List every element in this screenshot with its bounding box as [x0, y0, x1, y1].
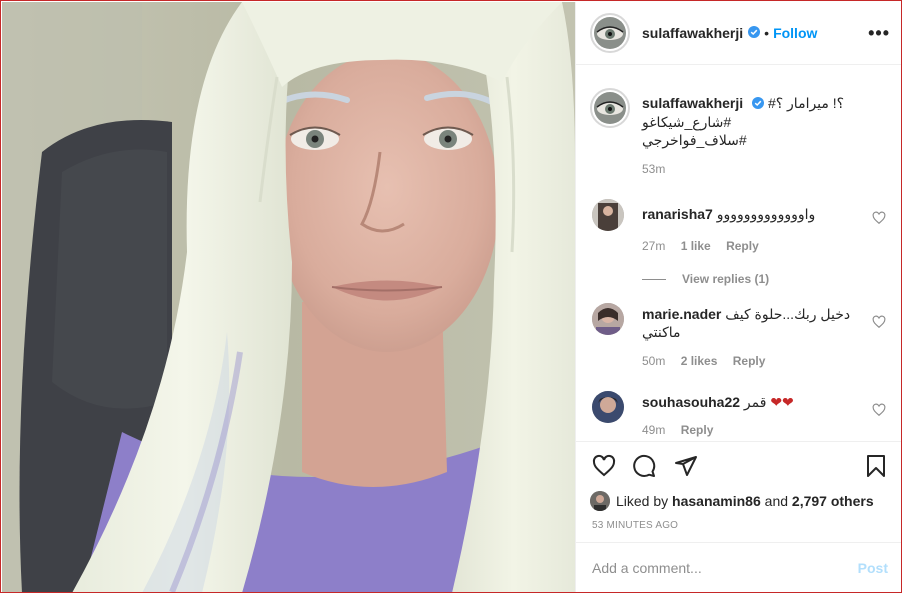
comment-time[interactable]: 49m: [642, 423, 665, 437]
reply-button[interactable]: Reply: [733, 354, 766, 368]
commenter-username[interactable]: marie.nader: [642, 306, 721, 322]
comment-likes[interactable]: 1 like: [681, 239, 711, 253]
comments-section[interactable]: sulaffawakherji ؟! ميرامار ؟# #شارع_شيكا…: [576, 66, 901, 441]
follow-button[interactable]: Follow: [773, 25, 817, 41]
author-username[interactable]: sulaffawakherji: [642, 25, 743, 41]
like-heart-icon[interactable]: [592, 454, 616, 478]
portrait-image: [2, 2, 575, 592]
like-comment-heart-icon[interactable]: [872, 403, 886, 417]
replies-divider: [642, 278, 666, 280]
commenter-avatar[interactable]: [592, 303, 624, 335]
view-replies-label[interactable]: View replies (1): [682, 272, 769, 286]
separator-dot: •: [764, 25, 770, 41]
view-replies[interactable]: View replies (1): [642, 272, 781, 286]
post-header: sulaffawakherji • Follow •••: [576, 2, 901, 65]
save-bookmark-icon[interactable]: [864, 454, 888, 478]
comment-item: souhasouha22 قمر ❤❤ 49m Reply: [590, 391, 890, 441]
add-comment-bar: Post: [576, 542, 901, 592]
post-comment-button[interactable]: Post: [858, 560, 888, 576]
like-comment-heart-icon[interactable]: [872, 211, 886, 225]
comment-text: واووووووووووووو: [716, 206, 816, 222]
post-window: sulaffawakherji • Follow ••• sulaffawakh…: [0, 0, 902, 593]
verified-badge-icon: [752, 95, 765, 113]
likes-count-link[interactable]: 2,797 others: [792, 493, 874, 509]
liker-username[interactable]: hasanamin86: [672, 493, 761, 509]
commenter-avatar[interactable]: [592, 199, 624, 231]
eye-icon: [594, 92, 626, 124]
eye-icon: [594, 17, 626, 49]
post-photo[interactable]: [2, 2, 575, 592]
caption-avatar[interactable]: [590, 88, 630, 128]
comment-bubble-icon[interactable]: [632, 454, 656, 478]
post-actions: Liked by hasanamin86 and 2,797 others 53…: [576, 441, 901, 542]
liked-by-and: and: [764, 493, 789, 509]
caption-hashtag-2[interactable]: #سلاف_فواخرجي: [642, 131, 890, 149]
caption-line-1: ؟! ميرامار ؟#: [767, 95, 845, 111]
commenter-avatar[interactable]: [592, 391, 624, 423]
caption-time[interactable]: 53m: [642, 162, 665, 176]
likes-summary: Liked by hasanamin86 and 2,797 others: [590, 491, 874, 511]
comment-text-continued: ماكنتي: [642, 324, 681, 340]
caption-hashtag-1[interactable]: #شارع_شيكاغو: [642, 113, 890, 131]
comment-item: marie.nader دخيل ربك...حلوة كيف ماكنتي 5…: [590, 303, 890, 375]
red-heart-emoji-icon: ❤❤: [770, 394, 794, 410]
comment-time[interactable]: 50m: [642, 354, 665, 368]
verified-badge-icon: [748, 25, 761, 41]
liker-avatar[interactable]: [590, 491, 610, 511]
commenter-username[interactable]: souhasouha22: [642, 394, 740, 410]
author-avatar[interactable]: [590, 13, 630, 53]
share-send-icon[interactable]: [674, 454, 698, 478]
comment-text: قمر: [743, 394, 767, 410]
post-timestamp[interactable]: 53 MINUTES AGO: [592, 520, 678, 531]
comment-time[interactable]: 27m: [642, 239, 665, 253]
add-comment-input[interactable]: [592, 560, 858, 576]
caption: sulaffawakherji ؟! ميرامار ؟# #شارع_شيكا…: [590, 88, 890, 178]
comment-item: ranarisha7 واووووووووووووو 27m 1 like Re…: [590, 199, 890, 289]
caption-username[interactable]: sulaffawakherji: [642, 95, 743, 111]
post-details-panel: sulaffawakherji • Follow ••• sulaffawakh…: [575, 2, 901, 592]
liked-by-prefix: Liked by: [616, 493, 669, 509]
like-comment-heart-icon[interactable]: [872, 315, 886, 329]
more-options-button[interactable]: •••: [868, 23, 890, 44]
comment-text: دخيل ربك...حلوة كيف: [725, 306, 851, 322]
comment-likes[interactable]: 2 likes: [681, 354, 718, 368]
commenter-username[interactable]: ranarisha7: [642, 206, 713, 222]
reply-button[interactable]: Reply: [681, 423, 714, 437]
reply-button[interactable]: Reply: [726, 239, 759, 253]
